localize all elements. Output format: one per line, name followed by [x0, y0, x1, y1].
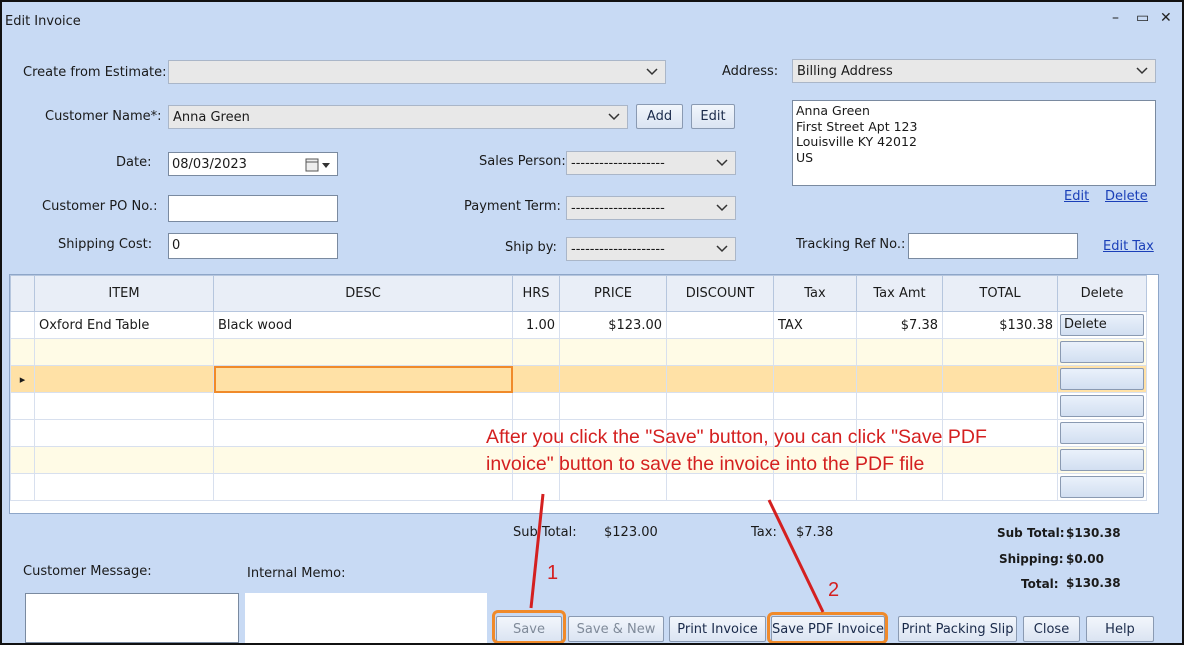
step-marker-2: 2 [828, 579, 840, 601]
arrow-to-save [529, 493, 545, 609]
step-marker-1: 1 [547, 562, 559, 584]
arrow-to-save-pdf [767, 499, 825, 613]
edit-invoice-window: Edit Invoice – ▭ ✕ Create from Estimate:… [0, 0, 1184, 645]
annotation-arrows [529, 493, 825, 613]
